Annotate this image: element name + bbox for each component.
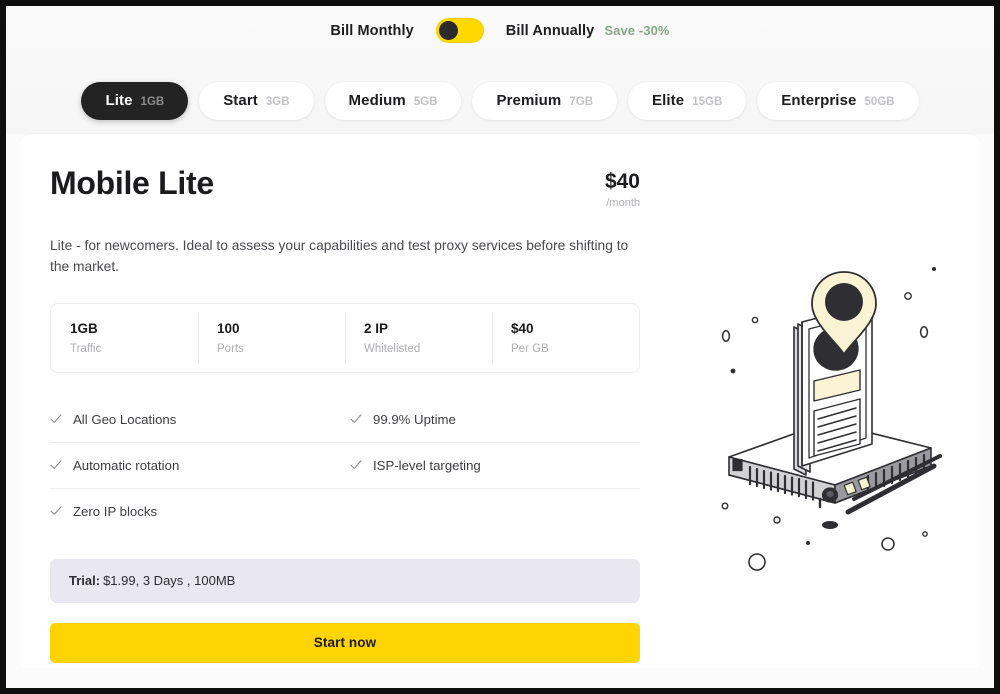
- tab-label: Elite: [652, 92, 685, 109]
- check-icon: [50, 414, 62, 424]
- tab-start[interactable]: Start 3GB: [199, 82, 314, 120]
- feature-label: All Geo Locations: [73, 411, 177, 427]
- spec-value: 1GB: [70, 320, 98, 336]
- check-icon: [50, 506, 62, 516]
- spec-value: 2 IP: [364, 320, 389, 336]
- tab-size: 15GB: [692, 96, 723, 108]
- toggle-knob: [438, 21, 458, 40]
- tab-enterprise[interactable]: Enterprise 50GB: [757, 82, 919, 120]
- tab-label: Start: [223, 92, 258, 109]
- pricing-page: Bill Monthly Bill Annually Save -30% Lit…: [6, 6, 994, 688]
- feature-item: Zero IP blocks: [50, 489, 350, 535]
- billing-period-toggle[interactable]: [435, 18, 484, 43]
- plan-specs: 1GB Traffic 100 Ports 2 IP Whitelisted $…: [50, 302, 640, 373]
- feature-spacer: [350, 489, 640, 535]
- spec-label: Per GB: [511, 342, 549, 355]
- plan-detail-card: Mobile Lite $40 /month Lite - for newcom…: [20, 134, 980, 668]
- tab-size: 3GB: [265, 96, 290, 108]
- plan-title-row: Mobile Lite $40 /month: [50, 165, 640, 209]
- tab-size: 1GB: [140, 96, 165, 108]
- feature-label: Automatic rotation: [73, 457, 180, 473]
- tab-size: 50GB: [864, 96, 895, 108]
- plan-price-block: $40 /month: [605, 166, 640, 209]
- spec-label: Whitelisted: [364, 342, 421, 355]
- trial-details: $1.99, 3 Days , 100MB: [103, 573, 236, 589]
- spec-value: $40: [511, 320, 534, 336]
- tab-label: Enterprise: [781, 92, 857, 109]
- feature-item: Automatic rotation: [50, 443, 350, 489]
- tab-elite[interactable]: Elite 15GB: [628, 82, 747, 120]
- spec-traffic: 1GB Traffic: [51, 304, 198, 372]
- plan-tabs: Lite 1GB Start 3GB Medium 5GB Premium 7G…: [6, 82, 994, 120]
- spec-whitelisted: 2 IP Whitelisted: [345, 304, 492, 372]
- price-amount: $40: [604, 170, 640, 193]
- plan-info-column: Mobile Lite $40 /month Lite - for newcom…: [50, 165, 640, 663]
- start-now-button[interactable]: Start now: [50, 622, 640, 663]
- feature-label: ISP-level targeting: [373, 457, 481, 473]
- plan-features: All Geo Locations 99.9% Uptime Automatic…: [50, 397, 640, 535]
- feature-item: 99.9% Uptime: [350, 397, 640, 443]
- spec-value: 100: [217, 320, 240, 336]
- tab-premium[interactable]: Premium 7GB: [472, 82, 618, 120]
- check-icon: [350, 460, 362, 470]
- check-icon: [50, 460, 62, 470]
- page-title: Mobile Lite: [50, 165, 214, 201]
- check-icon: [350, 414, 362, 424]
- router-illustration: [702, 244, 952, 574]
- spec-ports: 100 Ports: [198, 304, 345, 372]
- isometric-router-graphic: [721, 267, 942, 571]
- plan-description: Lite - for newcomers. Ideal to assess yo…: [50, 238, 629, 275]
- billing-toggle-row: Bill Monthly Bill Annually Save -30%: [6, 18, 994, 43]
- tab-label: Premium: [496, 92, 562, 109]
- feature-item: ISP-level targeting: [350, 443, 640, 489]
- feature-label: 99.9% Uptime: [373, 411, 456, 427]
- feature-label: Zero IP blocks: [73, 503, 158, 519]
- tab-lite[interactable]: Lite 1GB: [81, 82, 189, 120]
- tab-label: Medium: [348, 92, 406, 109]
- plan-detail-content: Mobile Lite $40 /month Lite - for newcom…: [20, 134, 980, 668]
- spec-label: Traffic: [70, 342, 102, 355]
- tab-size: 7GB: [569, 96, 594, 108]
- trial-banner: Trial: $1.99, 3 Days , 100MB: [50, 558, 640, 603]
- spec-label: Ports: [217, 342, 244, 355]
- bill-monthly-label[interactable]: Bill Monthly: [330, 23, 413, 39]
- browser-viewport: Bill Monthly Bill Annually Save -30% Lit…: [0, 0, 1000, 694]
- price-period: /month: [606, 197, 640, 210]
- bill-annually-label[interactable]: Bill Annually: [506, 23, 595, 39]
- tab-medium[interactable]: Medium 5GB: [324, 82, 462, 120]
- tab-size: 5GB: [413, 96, 438, 108]
- trial-prefix: Trial:: [69, 573, 101, 589]
- tab-label: Lite: [105, 92, 133, 109]
- save-discount-badge: Save -30%: [604, 23, 670, 38]
- feature-item: All Geo Locations: [50, 397, 350, 443]
- spec-per-gb: $40 Per GB: [492, 304, 639, 372]
